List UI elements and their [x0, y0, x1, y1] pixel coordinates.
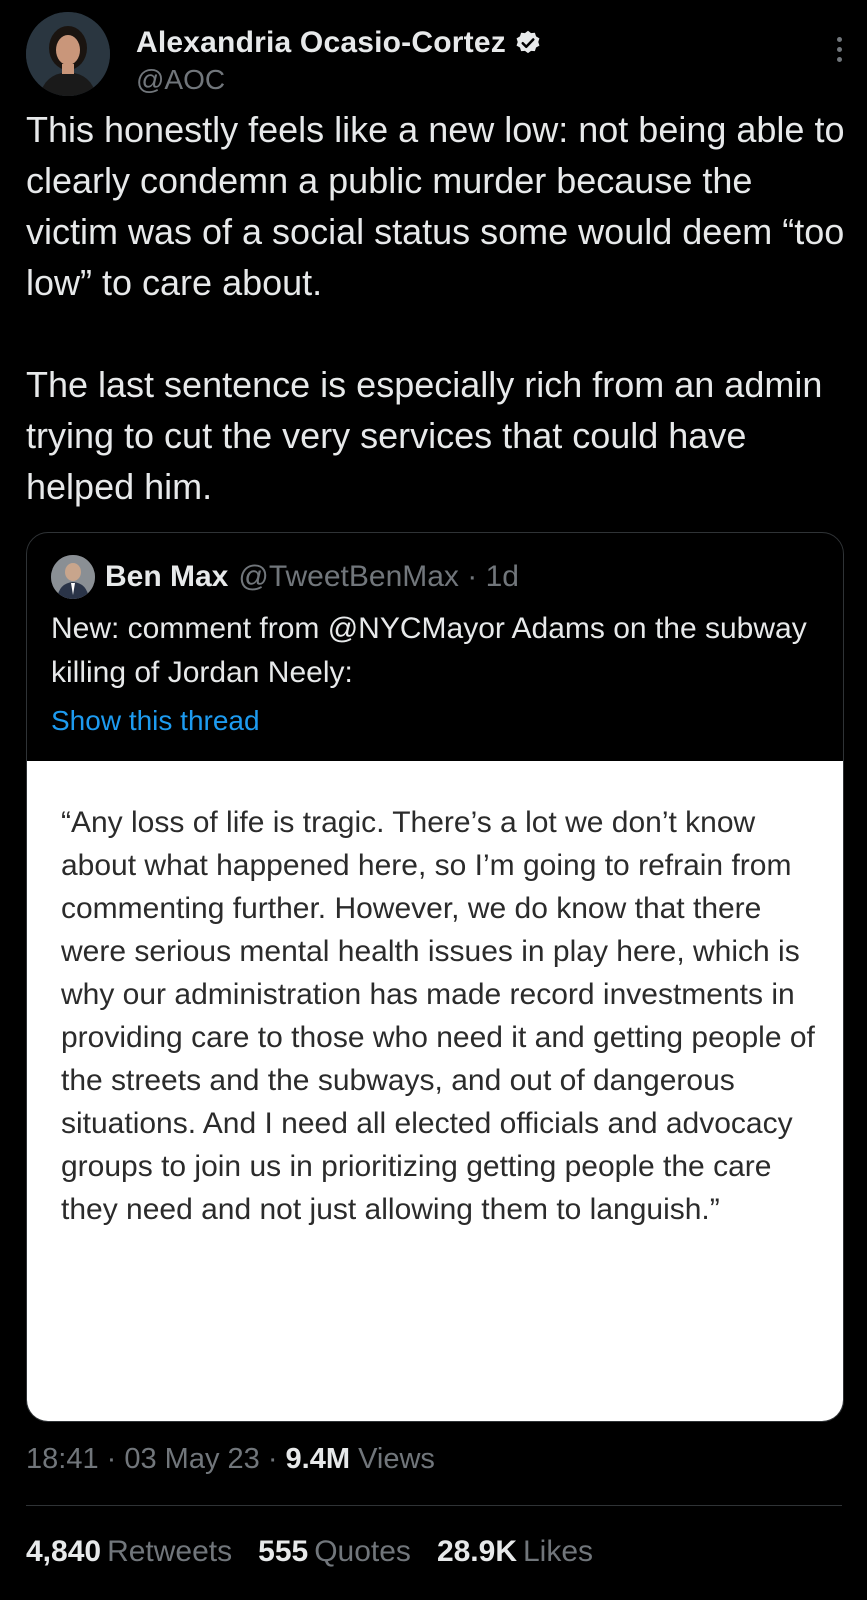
- tweet-body: This honestly feels like a new low: not …: [26, 104, 846, 512]
- likes-stat[interactable]: 28.9K Likes: [437, 1535, 593, 1569]
- likes-count: 28.9K: [436, 1535, 517, 1568]
- author-name[interactable]: Alexandria Ocasio-Cortez: [136, 26, 506, 60]
- more-options-icon[interactable]: [832, 34, 846, 74]
- verified-badge-icon: [516, 30, 540, 54]
- quoted-tweet-image[interactable]: “Any loss of life is tragic. There’s a l…: [27, 761, 843, 1421]
- views-count: 9.4M: [285, 1443, 351, 1475]
- author-avatar[interactable]: [26, 12, 110, 96]
- retweets-count: 4,840: [26, 1535, 102, 1568]
- author-handle[interactable]: @AOC: [136, 64, 225, 96]
- tweet-meta: 18:41 · 03 May 23 · 9.4M Views: [26, 1443, 435, 1476]
- tweet-paragraph: The last sentence is especially rich fro…: [26, 364, 823, 507]
- quotes-stat[interactable]: 555 Quotes: [258, 1535, 411, 1569]
- quoted-author-avatar: [51, 555, 95, 599]
- engagement-stats: 4,840 Retweets 555 Quotes 28.9K Likes: [26, 1535, 619, 1569]
- retweets-label: Retweets: [107, 1535, 233, 1568]
- quotes-label: Quotes: [314, 1535, 411, 1568]
- quoted-tweet-text: New: comment from @NYCMayor Adams on the…: [51, 612, 807, 689]
- quoted-tweet-header: Ben Max @TweetBenMax · 1d: [51, 555, 519, 599]
- tweet-paragraph: This honestly feels like a new low: not …: [26, 109, 845, 303]
- views-label: Views: [358, 1443, 435, 1475]
- retweets-stat[interactable]: 4,840 Retweets: [26, 1535, 232, 1569]
- tweet-header: Alexandria Ocasio-Cortez @AOC: [26, 12, 846, 98]
- quoted-tweet[interactable]: Ben Max @TweetBenMax · 1d New: comment f…: [26, 532, 844, 1422]
- likes-label: Likes: [523, 1535, 594, 1568]
- divider: [26, 1505, 842, 1506]
- statement-text: “Any loss of life is tragic. There’s a l…: [61, 806, 815, 1226]
- quotes-count: 555: [258, 1535, 309, 1568]
- quoted-author-name: Ben Max: [105, 560, 229, 593]
- tweet-timestamp[interactable]: 18:41 · 03 May 23 ·: [26, 1443, 286, 1475]
- quoted-author-handle-time: @TweetBenMax · 1d: [238, 560, 519, 593]
- show-thread-link[interactable]: Show this thread: [51, 705, 260, 737]
